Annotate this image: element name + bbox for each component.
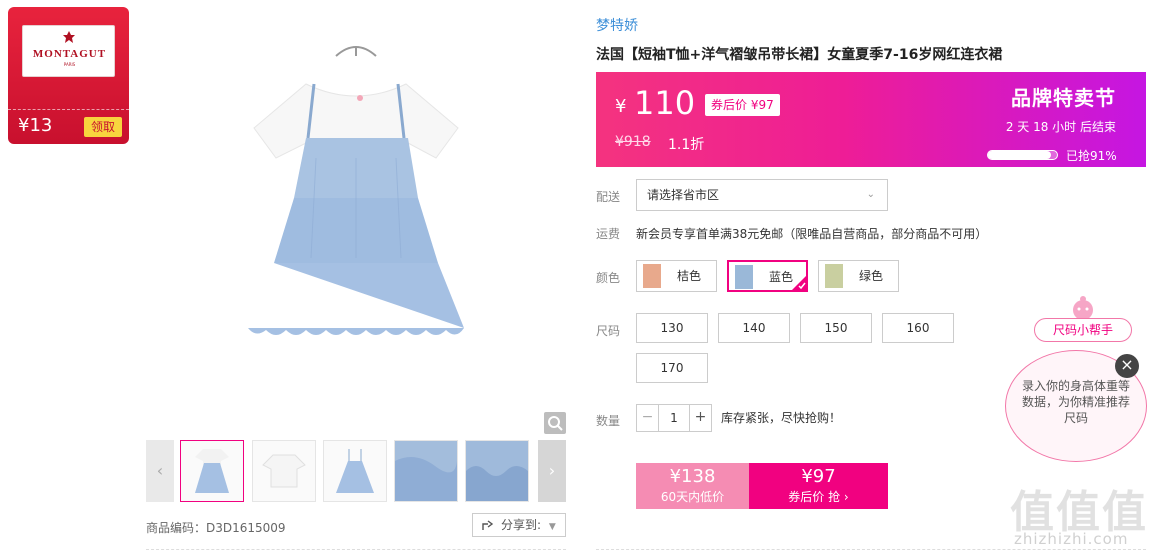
- coupon-divider: [8, 109, 129, 110]
- size-option-140[interactable]: 140: [718, 313, 790, 343]
- region-select[interactable]: 请选择省市区 ⌄: [636, 179, 888, 211]
- thumb-dress-tshirt-image: [195, 449, 229, 493]
- sold-progress-label: 已抢91%: [1066, 149, 1117, 163]
- sold-progress-fill: [988, 151, 1051, 159]
- thumbnail-next-button[interactable]: ›: [538, 440, 566, 502]
- stock-note: 库存紧张，尽快抢购！: [721, 411, 842, 425]
- thumb-dress-image: [336, 449, 374, 493]
- color-label: 颜色: [596, 271, 621, 285]
- thumb-tshirt-image: [262, 454, 306, 488]
- quantity-increase-button[interactable]: +: [689, 405, 711, 431]
- share-label: 分享到:: [501, 518, 542, 532]
- coupon-amount: ¥13: [18, 115, 53, 136]
- logo-subtext: PARIS: [63, 62, 76, 67]
- share-icon: [482, 520, 494, 530]
- delivery-label: 配送: [596, 190, 621, 204]
- get-coupon-button[interactable]: 领取: [84, 117, 122, 137]
- divider-right: [596, 549, 1146, 550]
- thumb-ruffle-detail-image: [466, 466, 528, 501]
- price-panel: ¥ 110 券后价 ¥97 ¥918 1.1折 品牌特卖节 2 天 18 小时 …: [596, 72, 1146, 167]
- thumbnail-1[interactable]: [180, 440, 244, 502]
- montagut-emblem-icon: [63, 31, 75, 43]
- countdown: 2 天 18 小时 后结束: [1005, 120, 1116, 134]
- size-helper-text: 录入你的身高体重等数据，为你精准推荐尺码: [1021, 379, 1130, 425]
- size-helper-tag[interactable]: 尺码小帮手: [1034, 318, 1132, 342]
- price-currency: ¥: [615, 96, 627, 117]
- region-placeholder: 请选择省市区: [647, 188, 720, 202]
- buy-coupon-price: ¥97: [801, 466, 836, 487]
- thumbnail-prev-button[interactable]: ‹: [146, 440, 174, 502]
- buy-coupon-sub: 券后价 抢 ›: [788, 490, 849, 504]
- discount-rate: 1.1折: [668, 137, 705, 153]
- size-option-130[interactable]: 130: [636, 313, 708, 343]
- main-product-image: [146, 8, 566, 428]
- quantity-stepper: − 1 +: [636, 404, 712, 432]
- color-option-label: 蓝色: [769, 270, 794, 284]
- quantity-label: 数量: [596, 414, 621, 428]
- size-option-150[interactable]: 150: [800, 313, 872, 343]
- event-title: 品牌特卖节: [1011, 86, 1116, 110]
- thumb-fabric-detail-image: [395, 457, 457, 501]
- size-option-170[interactable]: 170: [636, 353, 708, 383]
- original-price: ¥918: [615, 134, 651, 150]
- color-swatch-orange: [643, 264, 661, 288]
- color-option-label: 绿色: [859, 269, 884, 283]
- logo-text: MONTAGUT: [32, 48, 107, 60]
- watermark-url: zhizhizhi.com: [1014, 530, 1129, 548]
- quantity-value[interactable]: 1: [659, 405, 689, 431]
- color-option-blue[interactable]: 蓝色: [727, 260, 808, 292]
- color-option-label: 桔色: [677, 269, 702, 283]
- thumbnail-4[interactable]: [394, 440, 458, 502]
- color-option-green[interactable]: 绿色: [818, 260, 899, 292]
- after-coupon-price: 券后价 ¥97: [705, 94, 780, 116]
- buy-now-button[interactable]: ¥138 60天内低价: [636, 463, 749, 509]
- selected-check-icon: [791, 275, 807, 291]
- share-button[interactable]: 分享到: ▼: [472, 513, 566, 537]
- product-code: 商品编码：D3D1615009: [146, 521, 286, 535]
- size-option-160[interactable]: 160: [882, 313, 954, 343]
- color-option-orange[interactable]: 桔色: [636, 260, 717, 292]
- mascot-icon: [1073, 296, 1093, 320]
- size-label: 尺码: [596, 324, 621, 338]
- chevron-down-icon: ▼: [548, 522, 556, 532]
- sold-progress-bar: [987, 150, 1058, 160]
- magnifier-icon: [548, 416, 563, 431]
- shipping-label: 运费: [596, 227, 621, 241]
- quantity-decrease-button[interactable]: −: [637, 405, 659, 431]
- close-icon[interactable]: ×: [1115, 354, 1139, 378]
- thumbnail-3[interactable]: [323, 440, 387, 502]
- buy-normal-sub: 60天内低价: [660, 490, 725, 504]
- shipping-text: 新会员专享首单满38元免邮（限唯品自营商品，部分商品不可用）: [636, 227, 988, 241]
- brand-link[interactable]: 梦特娇: [596, 15, 638, 35]
- buy-normal-price: ¥138: [669, 466, 716, 487]
- dress-illustration: [248, 46, 464, 335]
- chevron-down-icon: ⌄: [866, 189, 875, 200]
- color-swatch-blue: [735, 265, 753, 289]
- buy-with-coupon-button[interactable]: ¥97 券后价 抢 ›: [749, 463, 888, 509]
- color-swatch-green: [825, 264, 843, 288]
- thumbnail-2[interactable]: [252, 440, 316, 502]
- divider-left: [146, 549, 566, 550]
- brand-coupon[interactable]: MONTAGUT PARIS ¥13 领取: [8, 7, 129, 144]
- thumbnail-5[interactable]: [465, 440, 529, 502]
- brand-logo: MONTAGUT PARIS: [22, 25, 115, 77]
- zoom-button[interactable]: [544, 412, 566, 434]
- product-title: 法国【短袖T恤+洋气褶皱吊带长裙】女童夏季7-16岁网红连衣裙: [596, 47, 1003, 63]
- current-price: 110: [634, 84, 696, 122]
